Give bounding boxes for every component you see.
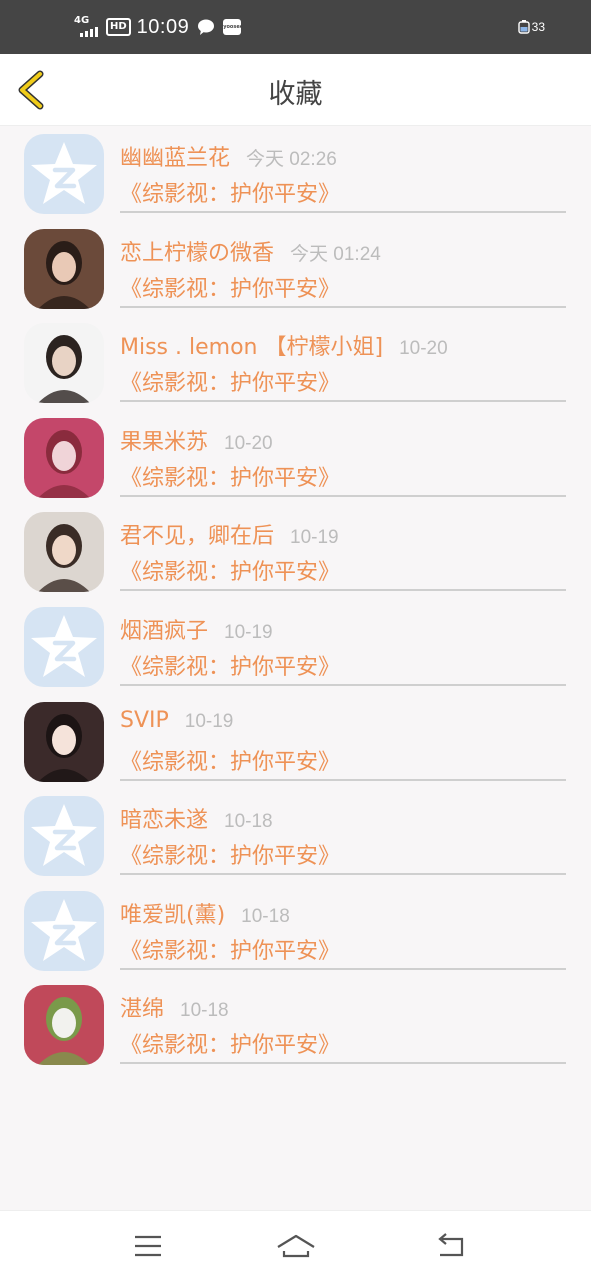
user-name[interactable]: 恋上柠檬の微香 xyxy=(120,235,274,267)
page-title: 收藏 xyxy=(268,79,323,110)
hd-badge: HD xyxy=(106,18,131,36)
list-item[interactable]: Miss . lemon 【柠檬小姐] 10-20 《综影视：护你平安》 xyxy=(0,315,591,410)
book-title[interactable]: 《综影视：护你平安》 xyxy=(120,365,340,397)
app-notification-icon: yoosee xyxy=(223,19,243,35)
divider xyxy=(120,873,566,876)
network-type: 4G xyxy=(74,15,90,26)
user-photo-avatar[interactable] xyxy=(24,512,104,593)
divider xyxy=(120,778,566,781)
book-title[interactable]: 《综影视：护你平安》 xyxy=(120,649,340,681)
divider xyxy=(120,400,566,403)
chat-bubble-icon xyxy=(198,19,215,35)
book-title[interactable]: 《综影视：护你平安》 xyxy=(120,176,340,208)
signal-icon: 4G xyxy=(72,15,102,39)
default-avatar-star-icon[interactable] xyxy=(24,890,104,971)
book-title[interactable]: 《综影视：护你平安》 xyxy=(120,838,340,870)
user-name[interactable]: 湛绵 xyxy=(120,991,164,1023)
user-name[interactable]: 果果米苏 xyxy=(120,424,208,456)
menu-icon[interactable] xyxy=(130,1231,166,1261)
user-name[interactable]: 烟酒疯子 xyxy=(120,613,208,645)
user-photo-avatar[interactable] xyxy=(24,985,104,1066)
user-name[interactable]: 暗恋未遂 xyxy=(120,802,208,834)
item-date: 10-18 xyxy=(180,1000,229,1022)
item-date: 10-19 xyxy=(224,621,273,643)
status-bar: 4G HD 10:09 yoosee 33 xyxy=(0,0,591,54)
battery-icon xyxy=(517,20,530,34)
item-date: 10-19 xyxy=(290,527,339,549)
book-title[interactable]: 《综影视：护你平安》 xyxy=(120,460,340,492)
back-arrow-icon[interactable] xyxy=(432,1231,468,1261)
list-item[interactable]: 恋上柠檬の微香 今天 01:24 《综影视：护你平安》 xyxy=(0,221,591,316)
divider xyxy=(120,967,566,970)
divider xyxy=(120,683,566,686)
list-item[interactable]: 幽幽蓝兰花 今天 02:26 《综影视：护你平安》 xyxy=(0,126,591,221)
book-title[interactable]: 《综影视：护你平安》 xyxy=(120,744,340,776)
divider xyxy=(120,211,566,213)
default-avatar-star-icon[interactable] xyxy=(24,796,104,877)
user-name[interactable]: 唯爱凯(薰) xyxy=(120,897,225,929)
divider xyxy=(120,305,566,308)
status-time: 10:09 xyxy=(136,15,190,38)
book-title[interactable]: 《综影视：护你平安》 xyxy=(120,933,340,965)
list-item[interactable]: SVIP 10-19 《综影视：护你平安》 xyxy=(0,694,591,789)
user-photo-avatar[interactable] xyxy=(24,228,104,309)
divider xyxy=(120,494,566,497)
list-item[interactable]: 湛绵 10-18 《综影视：护你平安》 xyxy=(0,977,591,1072)
item-date: 10-20 xyxy=(399,338,448,360)
default-avatar-star-icon[interactable] xyxy=(24,134,104,214)
user-name[interactable]: 幽幽蓝兰花 xyxy=(120,140,230,172)
item-date: 今天 01:24 xyxy=(290,243,381,265)
favorites-list: 幽幽蓝兰花 今天 02:26 《综影视：护你平安》 恋上柠檬の微香 今天 01:… xyxy=(0,126,591,1072)
divider xyxy=(120,1062,566,1065)
list-item[interactable]: 君不见，卿在后 10-19 《综影视：护你平安》 xyxy=(0,504,591,599)
header: 收藏 xyxy=(0,54,591,126)
item-date: 10-19 xyxy=(184,710,234,732)
system-nav-bar xyxy=(0,1210,591,1280)
item-date: 10-18 xyxy=(241,905,290,927)
divider xyxy=(120,589,566,592)
list-item[interactable]: 唯爱凯(薰) 10-18 《综影视：护你平安》 xyxy=(0,883,591,978)
item-date: 10-18 xyxy=(224,811,273,833)
home-icon[interactable] xyxy=(275,1231,317,1261)
item-date: 10-20 xyxy=(224,432,273,454)
list-item[interactable]: 烟酒疯子 10-19 《综影视：护你平安》 xyxy=(0,599,591,694)
default-avatar-star-icon[interactable] xyxy=(24,606,104,687)
user-photo-avatar[interactable] xyxy=(24,417,104,498)
book-title[interactable]: 《综影视：护你平安》 xyxy=(120,271,340,303)
book-title[interactable]: 《综影视：护你平安》 xyxy=(120,554,340,586)
user-name[interactable]: SVIP xyxy=(120,708,169,733)
book-title[interactable]: 《综影视：护你平安》 xyxy=(120,1027,340,1059)
item-date: 今天 02:26 xyxy=(246,149,337,170)
user-photo-avatar[interactable] xyxy=(24,701,104,782)
user-name[interactable]: Miss . lemon 【柠檬小姐] xyxy=(120,329,383,361)
battery-level: 33 xyxy=(531,20,545,34)
user-photo-avatar[interactable] xyxy=(24,323,104,404)
user-name[interactable]: 君不见，卿在后 xyxy=(120,518,274,550)
list-item[interactable]: 暗恋未遂 10-18 《综影视：护你平安》 xyxy=(0,788,591,883)
list-item[interactable]: 果果米苏 10-20 《综影视：护你平安》 xyxy=(0,410,591,505)
